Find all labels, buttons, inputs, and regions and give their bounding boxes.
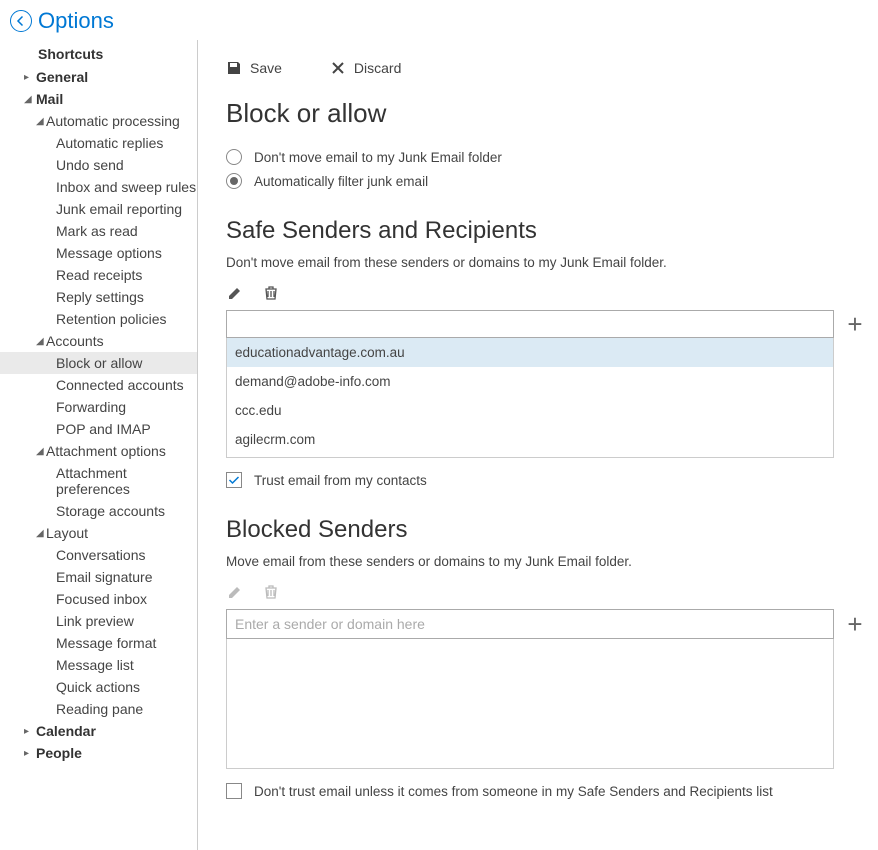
- sidebar-item-email-signature[interactable]: Email signature: [0, 566, 197, 588]
- sidebar-item-mark-read[interactable]: Mark as read: [0, 220, 197, 242]
- sidebar-automatic-processing[interactable]: ◢Automatic processing: [0, 110, 197, 132]
- trust-contacts-label: Trust email from my contacts: [254, 473, 427, 488]
- page-title: Block or allow: [226, 98, 866, 129]
- trash-icon: [263, 584, 279, 600]
- sidebar-item-conversations[interactable]: Conversations: [0, 544, 197, 566]
- sidebar-item-read-receipts[interactable]: Read receipts: [0, 264, 197, 286]
- trash-icon: [263, 285, 279, 301]
- blocked-sender-input[interactable]: [226, 609, 834, 639]
- blocked-section-title: Blocked Senders: [226, 516, 866, 544]
- sidebar-item-link-preview[interactable]: Link preview: [0, 610, 197, 632]
- sidebar-item-inbox-rules[interactable]: Inbox and sweep rules: [0, 176, 197, 198]
- safe-section-desc: Don't move email from these senders or d…: [226, 255, 866, 270]
- radio-dont-move-label: Don't move email to my Junk Email folder: [254, 150, 502, 165]
- safe-senders-list: educationadvantage.com.au demand@adobe-i…: [226, 338, 834, 458]
- list-item[interactable]: ccc.edu: [227, 396, 833, 425]
- plus-icon: +: [847, 611, 862, 637]
- safe-edit-button[interactable]: [226, 284, 244, 302]
- blocked-delete-button[interactable]: [262, 583, 280, 601]
- sidebar-item-forwarding[interactable]: Forwarding: [0, 396, 197, 418]
- sidebar-layout[interactable]: ◢Layout: [0, 522, 197, 544]
- sidebar-item-block-allow[interactable]: Block or allow: [0, 352, 197, 374]
- sidebar-item-message-options[interactable]: Message options: [0, 242, 197, 264]
- plus-icon: +: [847, 311, 862, 337]
- sidebar-item-quick-actions[interactable]: Quick actions: [0, 676, 197, 698]
- sidebar-item-message-list[interactable]: Message list: [0, 654, 197, 676]
- safe-section-title: Safe Senders and Recipients: [226, 217, 866, 245]
- safe-input-wrapper[interactable]: [226, 310, 834, 338]
- sidebar-mail[interactable]: ◢Mail: [0, 88, 197, 110]
- sidebar-general[interactable]: ▸General: [0, 66, 197, 88]
- sidebar-item-undo-send[interactable]: Undo send: [0, 154, 197, 176]
- pencil-icon: [227, 584, 243, 600]
- sidebar-item-message-format[interactable]: Message format: [0, 632, 197, 654]
- sidebar-item-automatic-replies[interactable]: Automatic replies: [0, 132, 197, 154]
- blocked-section-desc: Move email from these senders or domains…: [226, 554, 866, 569]
- trust-contacts-checkbox[interactable]: [226, 472, 242, 488]
- back-button[interactable]: [10, 10, 32, 32]
- sidebar: Shortcuts ▸General ◢Mail ◢Automatic proc…: [0, 40, 198, 850]
- sidebar-item-junk-reporting[interactable]: Junk email reporting: [0, 198, 197, 220]
- sidebar-item-pop-imap[interactable]: POP and IMAP: [0, 418, 197, 440]
- arrow-left-icon: [15, 15, 27, 27]
- sidebar-calendar[interactable]: ▸Calendar: [0, 720, 197, 742]
- pencil-icon: [227, 285, 243, 301]
- blocked-senders-list: [226, 639, 834, 769]
- main-content: Save Discard Block or allow Don't move e…: [198, 40, 878, 850]
- dont-trust-label: Don't trust email unless it comes from s…: [254, 784, 773, 799]
- dont-trust-checkbox[interactable]: [226, 783, 242, 799]
- radio-auto-filter-label: Automatically filter junk email: [254, 174, 428, 189]
- header-title: Options: [38, 8, 114, 34]
- check-icon: [228, 474, 240, 486]
- sidebar-item-storage-accounts[interactable]: Storage accounts: [0, 500, 197, 522]
- sidebar-people[interactable]: ▸People: [0, 742, 197, 764]
- sidebar-item-reply-settings[interactable]: Reply settings: [0, 286, 197, 308]
- sidebar-shortcuts[interactable]: Shortcuts: [0, 44, 197, 66]
- save-button[interactable]: Save: [226, 60, 282, 76]
- sidebar-accounts[interactable]: ◢Accounts: [0, 330, 197, 352]
- list-item[interactable]: educationadvantage.com.au: [227, 338, 833, 367]
- safe-sender-input[interactable]: [233, 316, 827, 332]
- safe-add-button[interactable]: +: [844, 311, 866, 337]
- list-item[interactable]: agilecrm.com: [227, 425, 833, 454]
- save-icon: [226, 60, 242, 76]
- sidebar-item-attachment-prefs[interactable]: Attachment preferences: [0, 462, 197, 500]
- blocked-add-button[interactable]: +: [844, 611, 866, 637]
- blocked-edit-button[interactable]: [226, 583, 244, 601]
- safe-delete-button[interactable]: [262, 284, 280, 302]
- sidebar-attachment-options[interactable]: ◢Attachment options: [0, 440, 197, 462]
- discard-button[interactable]: Discard: [330, 60, 401, 76]
- sidebar-item-focused-inbox[interactable]: Focused inbox: [0, 588, 197, 610]
- radio-auto-filter[interactable]: [226, 173, 242, 189]
- close-icon: [330, 60, 346, 76]
- sidebar-item-reading-pane[interactable]: Reading pane: [0, 698, 197, 720]
- radio-dont-move[interactable]: [226, 149, 242, 165]
- sidebar-item-retention[interactable]: Retention policies: [0, 308, 197, 330]
- sidebar-item-connected-accounts[interactable]: Connected accounts: [0, 374, 197, 396]
- list-item[interactable]: demand@adobe-info.com: [227, 367, 833, 396]
